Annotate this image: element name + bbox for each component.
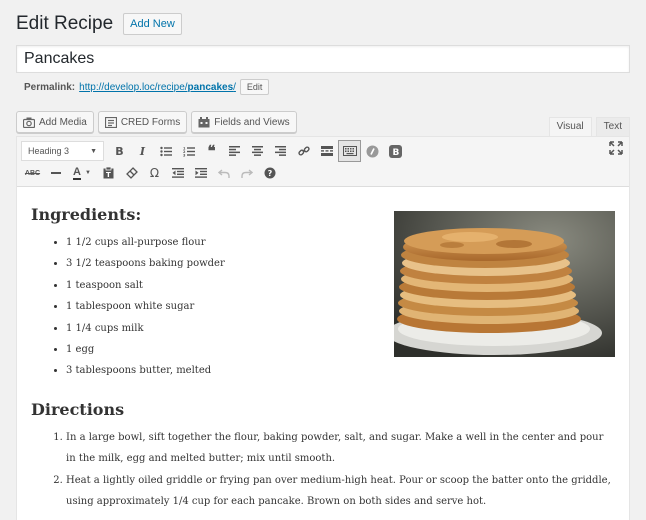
list-item: 3 tablespoons butter, melted	[66, 360, 615, 381]
indent-button[interactable]	[189, 162, 212, 184]
horizontal-line-icon	[50, 172, 61, 174]
form-icon	[104, 116, 117, 128]
insert-more-button[interactable]	[315, 140, 338, 162]
tab-text[interactable]: Text	[595, 117, 630, 136]
toolset-button[interactable]	[361, 140, 384, 162]
toolbar-toggle-button[interactable]	[338, 140, 361, 162]
media-buttons: Add Media CRED Forms Fields and Views	[16, 111, 297, 133]
tab-visual[interactable]: Visual	[548, 117, 592, 136]
clipboard-icon: T	[103, 167, 114, 179]
fullscreen-icon	[609, 141, 623, 155]
help-button[interactable]: ?	[258, 162, 281, 184]
add-new-button[interactable]: Add New	[123, 13, 182, 35]
bullet-list-icon	[159, 146, 172, 156]
toolbar-row-1: Heading 3 ▼ B I 123 ❝ B	[21, 140, 407, 162]
bold-button[interactable]: B	[108, 140, 131, 162]
editor-toolbar: Heading 3 ▼ B I 123 ❝ B ABC A ▼ T Ω ?	[17, 137, 629, 187]
chevron-down-icon: ▼	[85, 170, 91, 176]
fullscreen-button[interactable]	[609, 141, 623, 160]
bullet-list-button[interactable]	[154, 140, 177, 162]
eraser-icon	[125, 167, 138, 179]
special-character-button[interactable]: Ω	[143, 162, 166, 184]
fields-and-views-label: Fields and Views	[214, 116, 290, 128]
permalink-link[interactable]: http://develop.loc/recipe/pancakes/	[79, 82, 236, 93]
numbered-list-icon: 123	[183, 146, 195, 157]
outdent-icon	[171, 168, 184, 178]
svg-text:B: B	[393, 148, 400, 158]
svg-text:T: T	[106, 171, 111, 179]
numbered-list-button[interactable]: 123	[177, 140, 200, 162]
insert-link-button[interactable]	[292, 140, 315, 162]
editor-frame: Heading 3 ▼ B I 123 ❝ B ABC A ▼ T Ω ? In…	[16, 136, 630, 520]
add-media-button[interactable]: Add Media	[16, 111, 94, 133]
permalink-slug: pancakes	[187, 81, 234, 93]
horizontal-line-button[interactable]	[44, 162, 67, 184]
italic-button[interactable]: I	[131, 140, 154, 162]
svg-text:?: ?	[267, 169, 272, 178]
cred-forms-button[interactable]: CRED Forms	[97, 111, 188, 133]
bootstrap-button[interactable]: B	[384, 140, 407, 162]
page-title: Edit Recipe	[16, 13, 114, 34]
quote-icon: ❝	[207, 142, 216, 160]
align-center-button[interactable]	[246, 140, 269, 162]
permalink-label: Permalink:	[24, 81, 76, 93]
directions-list: In a large bowl, sift together the flour…	[31, 427, 615, 512]
svg-text:3: 3	[183, 153, 186, 157]
align-left-icon	[229, 146, 240, 156]
redo-button[interactable]	[235, 162, 258, 184]
strikethrough-icon: ABC	[24, 169, 41, 177]
pancake-image[interactable]	[394, 211, 615, 357]
add-media-label: Add Media	[39, 116, 87, 128]
strikethrough-button[interactable]: ABC	[21, 162, 44, 184]
help-icon: ?	[264, 167, 275, 179]
align-center-icon	[252, 146, 263, 156]
align-left-button[interactable]	[223, 140, 246, 162]
paste-as-text-button[interactable]: T	[97, 162, 120, 184]
editor-content[interactable]: Ingredients: 1 1/2 cups all-purpose flou…	[17, 187, 629, 520]
permalink-trail: /	[233, 81, 236, 93]
pancake-stack-photo	[394, 211, 615, 357]
align-right-icon	[275, 146, 286, 156]
read-more-icon	[320, 146, 333, 156]
bootstrap-icon: B	[389, 144, 402, 158]
undo-icon	[217, 169, 230, 178]
text-color-button[interactable]: A ▼	[67, 162, 97, 184]
permalink-row: Permalink: http://develop.loc/recipe/pan…	[24, 79, 270, 95]
outdent-button[interactable]	[166, 162, 189, 184]
toolset-icon	[366, 145, 379, 157]
redo-icon	[240, 169, 253, 178]
cred-forms-label: CRED Forms	[120, 116, 181, 128]
undo-button[interactable]	[212, 162, 235, 184]
camera-icon	[22, 117, 36, 128]
chevron-down-icon: ▼	[90, 147, 97, 155]
editor-tabs: Visual Text	[545, 117, 630, 136]
fields-and-views-button[interactable]: Fields and Views	[191, 111, 297, 133]
text-color-icon: A	[73, 165, 81, 180]
indent-icon	[194, 168, 207, 178]
fields-icon	[198, 116, 210, 128]
blockquote-button[interactable]: ❝	[200, 140, 223, 162]
edit-slug-button[interactable]: Edit	[239, 79, 270, 95]
page-header: Edit Recipe Add New	[16, 12, 182, 36]
list-item: Heat a lightly oiled griddle or frying p…	[66, 470, 615, 512]
post-title-input[interactable]	[16, 45, 630, 73]
toolbar-row-2: ABC A ▼ T Ω ?	[21, 162, 281, 184]
align-right-button[interactable]	[269, 140, 292, 162]
directions-heading: Directions	[31, 399, 125, 419]
link-icon	[297, 146, 310, 156]
clear-formatting-button[interactable]	[120, 162, 143, 184]
italic-icon: I	[139, 144, 146, 158]
format-select-value: Heading 3	[28, 146, 70, 156]
keyboard-icon	[342, 146, 357, 156]
bold-icon: B	[115, 144, 124, 158]
omega-icon: Ω	[149, 166, 160, 180]
format-select[interactable]: Heading 3 ▼	[21, 141, 104, 161]
list-item: In a large bowl, sift together the flour…	[66, 427, 615, 469]
permalink-base: http://develop.loc/recipe/	[79, 81, 188, 93]
